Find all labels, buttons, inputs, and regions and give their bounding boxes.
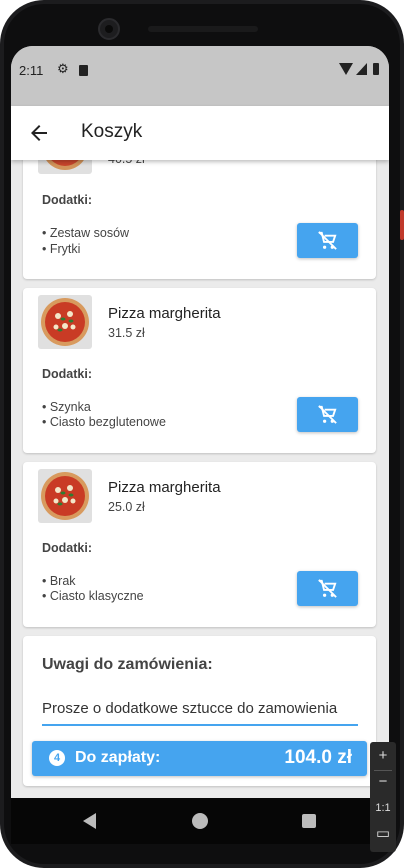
item-name: Pizza margherita — [108, 305, 221, 322]
pizza-thumbnail — [38, 295, 92, 349]
nav-back-icon[interactable] — [83, 813, 96, 829]
wifi-icon — [339, 63, 353, 75]
power-button — [400, 210, 404, 240]
order-notes-title: Uwagi do zamówienia: — [42, 656, 213, 673]
addons-label: Dodatki: — [42, 367, 92, 381]
remove-shopping-cart-icon — [318, 405, 337, 424]
emulator-zoom-controls: + − 1:1 ▭ — [370, 742, 396, 852]
cart-item-card: Pizza margherita 31.5 zł Dodatki: • Szyn… — [23, 288, 376, 453]
front-camera-icon — [98, 18, 120, 40]
addons-label: Dodatki: — [42, 541, 92, 555]
remove-shopping-cart-icon — [318, 579, 337, 598]
zoom-out-button[interactable]: − — [370, 770, 396, 794]
status-time: 2:11 — [19, 63, 44, 78]
payment-label: Do zapłaty: — [75, 749, 161, 766]
zoom-reset-button[interactable]: 1:1 — [370, 796, 396, 820]
remove-from-cart-button[interactable] — [297, 397, 358, 432]
cart-item-card: Pizza margherita 25.0 zł Dodatki: • Brak… — [23, 462, 376, 627]
sd-card-icon — [79, 65, 88, 76]
addon-line: • Ciasto bezglutenowe — [42, 415, 166, 429]
pizza-thumbnail — [38, 469, 92, 523]
remove-shopping-cart-icon — [318, 231, 337, 250]
back-arrow-icon[interactable] — [27, 121, 51, 145]
nav-home-icon[interactable] — [192, 813, 208, 829]
status-bar: 2:11 ⚙ — [11, 46, 389, 106]
device-screen: 2:11 ⚙ Koszyk 40.5 zł Dodatki: • Zestaw … — [11, 46, 389, 798]
addon-line: • Szynka — [42, 400, 91, 414]
system-nav-bar — [11, 798, 389, 844]
addon-line: • Brak — [42, 574, 76, 588]
item-count-badge: 4 — [49, 750, 65, 766]
addon-line: • Frytki — [42, 242, 81, 256]
payment-total: 104.0 zł — [284, 747, 352, 768]
signal-icon — [356, 63, 367, 75]
app-bar: Koszyk — [11, 106, 389, 160]
order-notes-input[interactable] — [42, 692, 358, 726]
battery-icon — [373, 63, 379, 75]
remove-from-cart-button[interactable] — [297, 223, 358, 258]
zoom-in-button[interactable]: + — [370, 744, 396, 768]
fit-screen-icon[interactable]: ▭ — [370, 822, 396, 846]
earpiece-speaker — [148, 26, 258, 32]
addon-line: • Ciasto klasyczne — [42, 589, 144, 603]
addons-label: Dodatki: — [42, 193, 92, 207]
item-name: Pizza margherita — [108, 479, 221, 496]
cart-item-card: 40.5 zł Dodatki: • Zestaw sosów • Frytki — [23, 120, 376, 279]
item-price: 31.5 zł — [108, 326, 145, 340]
settings-gear-icon: ⚙ — [57, 61, 69, 76]
remove-from-cart-button[interactable] — [297, 571, 358, 606]
nav-recents-icon[interactable] — [302, 814, 316, 828]
payment-summary-bar[interactable]: 4 Do zapłaty: 104.0 zł — [32, 741, 367, 776]
cart-list[interactable]: 40.5 zł Dodatki: • Zestaw sosów • Frytki — [11, 120, 389, 798]
page-title: Koszyk — [81, 121, 143, 142]
item-price: 25.0 zł — [108, 500, 145, 514]
addon-line: • Zestaw sosów — [42, 226, 130, 240]
